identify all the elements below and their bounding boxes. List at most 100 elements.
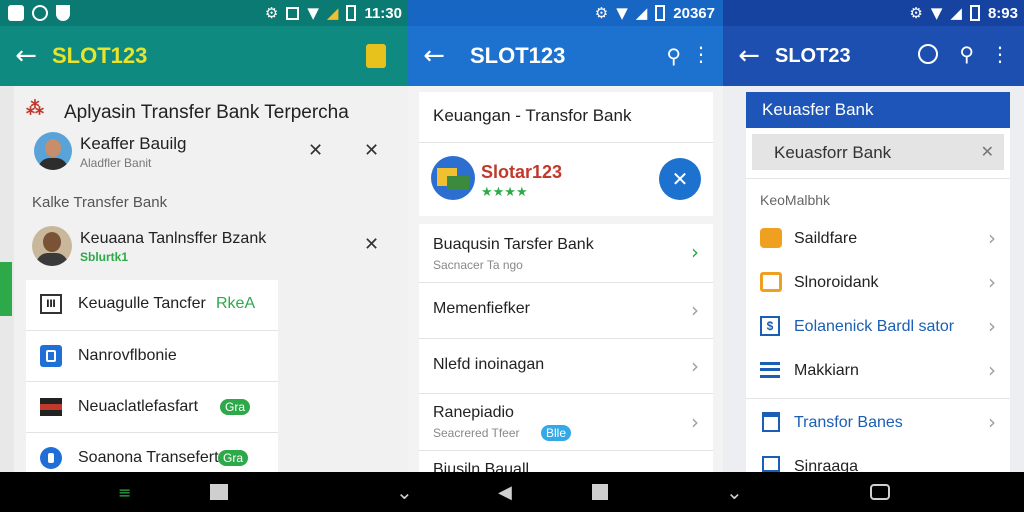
chevron-down-icon[interactable]: ⌄ bbox=[726, 472, 743, 512]
gear-icon: ⚙ bbox=[264, 4, 279, 22]
more-vert-icon[interactable]: ⋮ bbox=[990, 42, 1010, 66]
navigation-bar: ≡ ⌄ ◀ ⌄ bbox=[0, 472, 1024, 512]
list-item[interactable]: Saildfare › bbox=[746, 216, 1010, 260]
list-item[interactable]: Buaqusin Tarsfer Bank Sacnacer Ta ngo › bbox=[419, 224, 713, 282]
search-icon[interactable]: ⚲ bbox=[959, 42, 974, 66]
bank-card-icon bbox=[760, 272, 782, 292]
status-time: 11:30 bbox=[364, 4, 402, 22]
app-title: SLOT123 bbox=[52, 43, 148, 68]
app-logo-icon: ⁂ bbox=[26, 98, 44, 118]
screen-3: ⚙ ▼ ◢ 8:93 ← SLOT23 ⚲ ⋮ Keuasfer Bank Ke… bbox=[723, 0, 1024, 472]
chevron-right-icon: › bbox=[691, 298, 699, 322]
close-icon[interactable]: ✕ bbox=[364, 234, 379, 255]
bank-icon bbox=[762, 412, 780, 432]
home-square-icon[interactable] bbox=[210, 472, 228, 512]
chevron-right-icon: › bbox=[988, 314, 996, 338]
divider bbox=[419, 142, 713, 143]
list-item-label: Ranepiadio bbox=[433, 404, 514, 421]
menu-lines-icon bbox=[760, 362, 780, 378]
list-item-label: Soanona Transefert bbox=[78, 449, 219, 466]
list-item-tag: RkeA bbox=[216, 295, 256, 312]
menu-icon[interactable]: ≡ bbox=[118, 472, 131, 512]
list-item[interactable]: III Keuagulle Tancfer RkeA bbox=[26, 280, 278, 330]
list-item[interactable]: $ Eolanenick Bardl sator › bbox=[746, 304, 1010, 348]
list-item-label: Neuaclatlefasfart bbox=[78, 398, 199, 415]
recent-name: Keuaana Tanlnsffer Bzank bbox=[80, 230, 267, 247]
close-icon[interactable]: ✕ bbox=[364, 140, 379, 161]
back-arrow-icon[interactable]: ← bbox=[408, 41, 460, 71]
notification-icon bbox=[8, 5, 24, 21]
page-heading: Aplyasin Transfer Bank Terpercha bbox=[64, 102, 349, 123]
list-item[interactable]: Memenfiefker › bbox=[419, 283, 713, 338]
card-header-title: Keuasfer Bank bbox=[762, 100, 874, 119]
menu-list: Buaqusin Tarsfer Bank Sacnacer Ta ngo › … bbox=[419, 224, 713, 472]
search-field-value: Keuasforr Bank bbox=[774, 143, 892, 162]
app-title: SLOT123 bbox=[470, 43, 566, 68]
status-bar: ⚙ ▼ ◢ 8:93 bbox=[723, 0, 1024, 26]
avatar bbox=[32, 226, 72, 266]
chat-icon[interactable] bbox=[918, 44, 938, 64]
app-bar: ← SLOT123 bbox=[0, 26, 408, 86]
chevron-right-icon: › bbox=[988, 270, 996, 294]
search-icon[interactable]: ⚲ bbox=[666, 44, 681, 68]
app-bar: ← SLOT23 ⚲ ⋮ bbox=[723, 26, 1024, 86]
square-icon bbox=[286, 6, 300, 20]
recent-item[interactable]: Keaffer Bauilg Aladfler Banit ✕ ✕ bbox=[26, 128, 396, 176]
list-item[interactable]: Ranepiadio Seacrered Tfeer Blle › bbox=[419, 394, 713, 450]
status-bar: ⚙ ▼ ◢ 20367 bbox=[408, 0, 723, 26]
recent-item[interactable]: Keuaana Tanlnsffer Bzank Sblurtk1 ✕ bbox=[26, 222, 396, 272]
recent-sub: Sblurtk1 bbox=[80, 250, 129, 264]
clear-icon[interactable]: ✕ bbox=[981, 142, 994, 161]
chevron-down-icon[interactable]: ⌄ bbox=[396, 472, 413, 512]
status-time: 8:93 bbox=[987, 4, 1018, 22]
list-item[interactable]: Nanrovflbonie bbox=[26, 331, 278, 381]
list-item[interactable]: Neuaclatlefasfart Gra bbox=[26, 382, 278, 432]
close-button[interactable]: ✕ bbox=[659, 158, 701, 200]
section-label: Kalke Transfer Bank bbox=[32, 194, 168, 211]
divider bbox=[746, 398, 1010, 399]
chevron-right-icon: › bbox=[691, 410, 699, 434]
list-item-label: Slnoroidank bbox=[794, 274, 879, 291]
recent-name: Keaffer Bauilg bbox=[80, 134, 187, 153]
avatar bbox=[34, 132, 72, 170]
battery-icon bbox=[346, 5, 357, 21]
list-item-label: Buaqusin Tarsfer Bank bbox=[433, 236, 594, 253]
lock-icon[interactable] bbox=[366, 44, 386, 68]
list-item-label: Biusiln Bauall bbox=[433, 461, 530, 472]
back-arrow-icon[interactable]: ← bbox=[0, 41, 52, 71]
more-vert-icon[interactable]: ⋮ bbox=[691, 42, 711, 66]
side-accent bbox=[0, 262, 12, 316]
list-item-label: Transfor Banes bbox=[794, 414, 903, 431]
list-item-sub: Sacnacer Ta ngo bbox=[433, 258, 523, 272]
wifi-icon: ▼ bbox=[307, 4, 319, 22]
signal-icon: ◢ bbox=[326, 4, 339, 22]
list-item[interactable]: Nlefd inoinagan › bbox=[419, 339, 713, 393]
gear-icon: ⚙ bbox=[594, 4, 609, 22]
status-badge: Gra bbox=[220, 399, 251, 415]
battery-icon bbox=[655, 5, 666, 21]
chevron-right-icon: › bbox=[988, 358, 996, 382]
list-item[interactable]: Soanona Transefert Gra bbox=[26, 433, 278, 472]
bank-building-icon: III bbox=[40, 294, 62, 314]
list-item[interactable]: Biusiln Bauall bbox=[419, 451, 713, 472]
messenger-icon bbox=[32, 5, 48, 21]
list-item[interactable]: Slnoroidank › bbox=[746, 260, 1010, 304]
search-field[interactable]: Keuasforr Bank ✕ bbox=[752, 134, 1004, 170]
list-item[interactable]: Makkiarn › bbox=[746, 348, 1010, 392]
recents-icon[interactable] bbox=[870, 472, 890, 512]
screen-2: ⚙ ▼ ◢ 20367 ← SLOT123 ⚲ ⋮ Keuangan - Tra… bbox=[408, 0, 723, 472]
section-label: KeoMalbhk bbox=[760, 192, 831, 208]
status-badge: Blle bbox=[541, 425, 572, 441]
back-triangle-icon[interactable]: ◀ bbox=[498, 472, 512, 512]
close-icon[interactable]: ✕ bbox=[308, 140, 323, 161]
mobile-icon bbox=[40, 345, 62, 367]
back-arrow-icon[interactable]: ← bbox=[723, 41, 775, 71]
list-item-label: Eolanenick Bardl sator bbox=[794, 318, 955, 335]
card-title: Keuangan - Transfor Bank bbox=[433, 106, 632, 125]
list-item[interactable]: Transfor Banes › bbox=[746, 402, 1010, 446]
list-item[interactable]: Sinraaga bbox=[746, 446, 1010, 472]
recent-sub: Aladfler Banit bbox=[80, 156, 152, 170]
transfer-list: III Keuagulle Tancfer RkeA Nanrovflbonie… bbox=[26, 280, 278, 472]
home-square-icon[interactable] bbox=[592, 472, 608, 512]
status-time: 20367 bbox=[673, 4, 715, 22]
